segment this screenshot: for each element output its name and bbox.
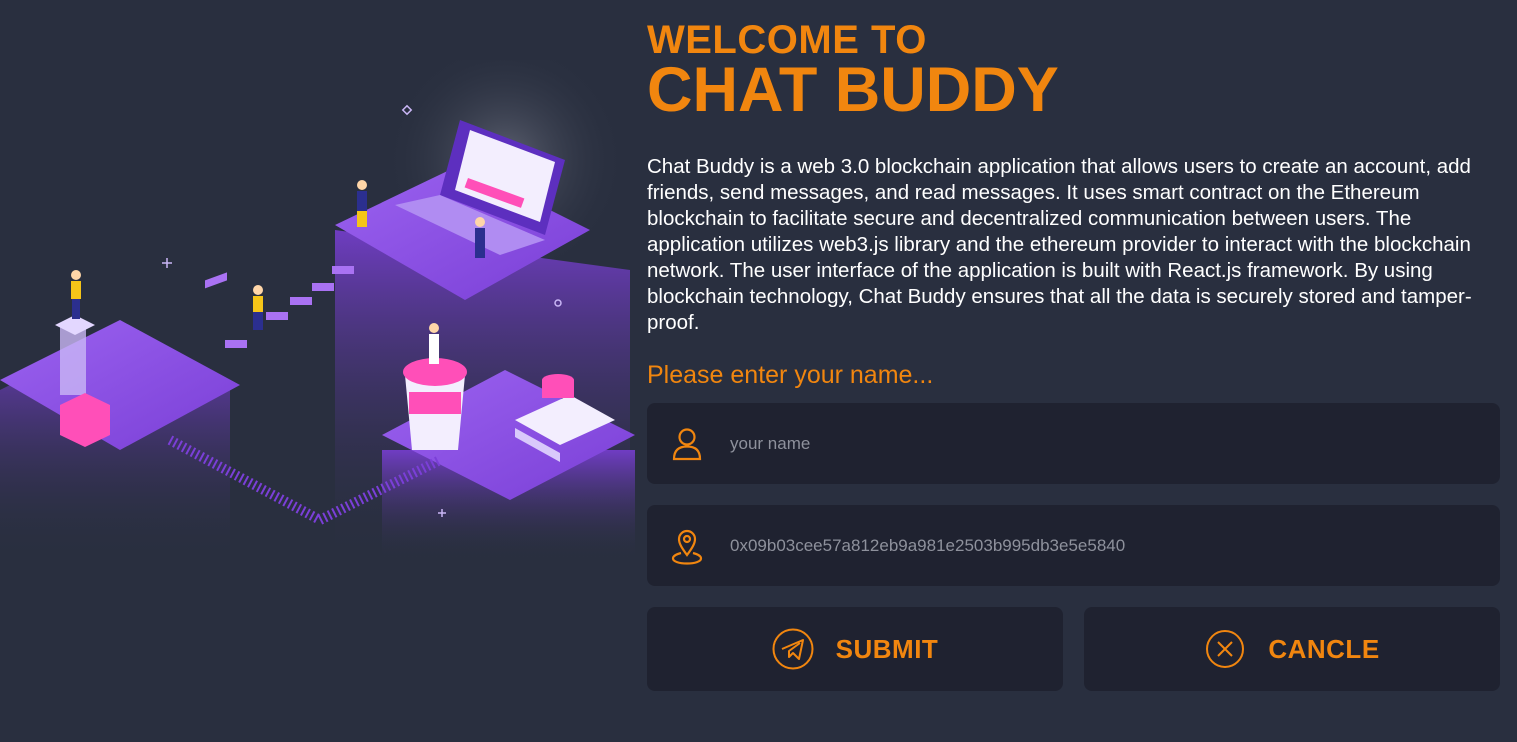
app-description: Chat Buddy is a web 3.0 blockchain appli… — [647, 155, 1472, 334]
location-pin-icon — [671, 527, 703, 565]
send-icon — [772, 628, 814, 670]
cancel-label: CANCLE — [1268, 633, 1380, 664]
address-field[interactable] — [647, 505, 1500, 586]
address-input[interactable] — [730, 535, 1490, 556]
app-title: CHAT BUDDY — [647, 55, 1059, 125]
hero-illustration — [0, 40, 640, 580]
name-field[interactable] — [647, 403, 1500, 484]
close-circle-icon — [1204, 628, 1246, 670]
submit-button[interactable]: SUBMIT — [647, 607, 1063, 691]
cancel-button[interactable]: CANCLE — [1084, 607, 1500, 691]
name-input[interactable] — [730, 433, 1490, 454]
user-icon — [671, 425, 703, 463]
name-prompt: Please enter your name... — [647, 361, 934, 389]
submit-label: SUBMIT — [835, 633, 939, 664]
welcome-panel: WELCOME TO CHAT BUDDY Chat Buddy is a we… — [647, 18, 1500, 691]
